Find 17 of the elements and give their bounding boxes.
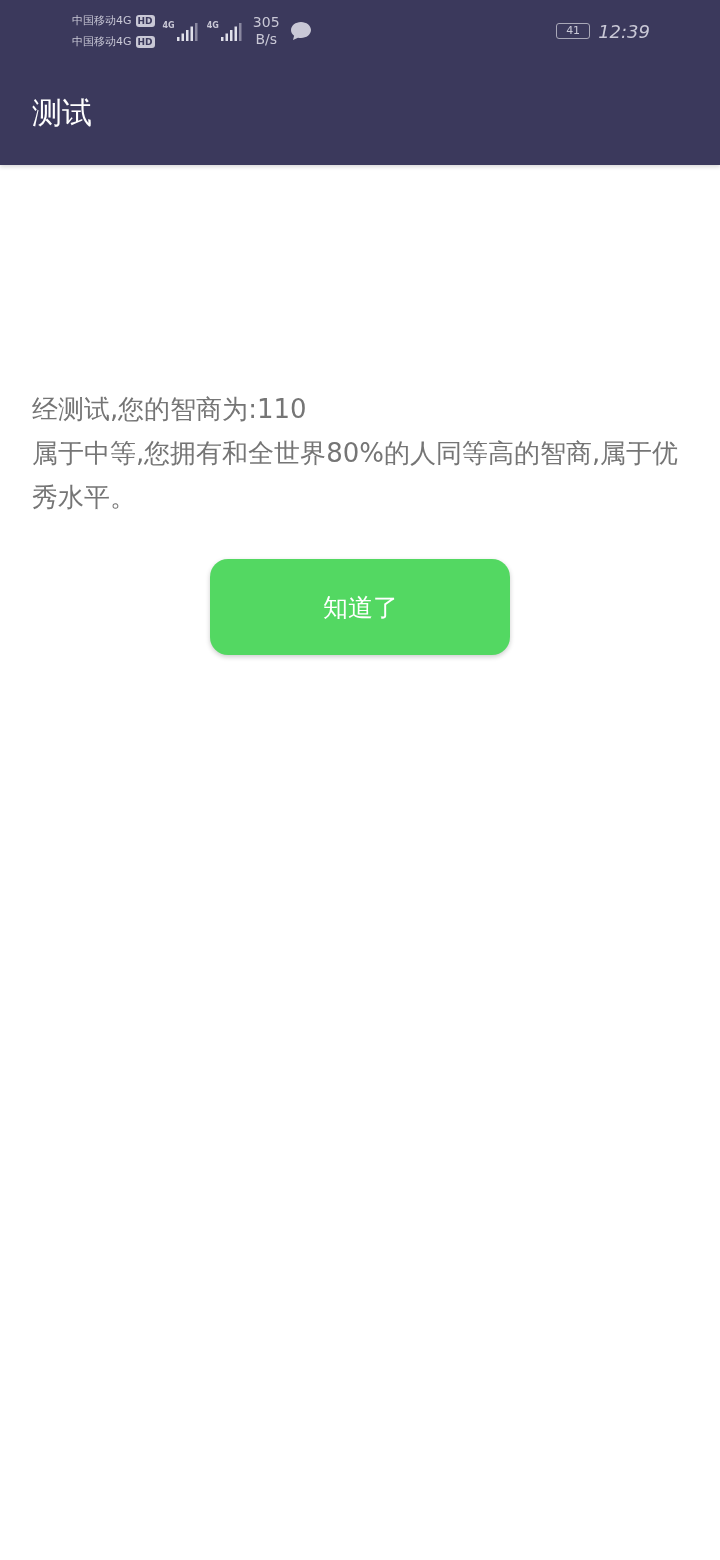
speed-unit: B/s bbox=[255, 31, 277, 48]
result-headline: 经测试,您的智商为:110 bbox=[32, 393, 308, 426]
carrier-name: 中国移动4G bbox=[72, 34, 132, 49]
network-type: 4G bbox=[162, 21, 175, 30]
network-type: 4G bbox=[206, 21, 219, 30]
carrier-name: 中国移动4G bbox=[72, 13, 132, 28]
chat-bubble-icon bbox=[289, 21, 312, 41]
page-title: 测试 bbox=[32, 94, 92, 132]
result-description: 属于中等,您拥有和全世界80%的人同等高的智商,属于优秀水平。 bbox=[32, 437, 680, 514]
got-it-button[interactable]: 知道了 bbox=[210, 559, 510, 655]
signal-icon bbox=[220, 21, 243, 41]
signal-icon bbox=[176, 21, 199, 41]
battery-level: 41 bbox=[556, 23, 591, 39]
speed-value: 305 bbox=[252, 14, 280, 31]
clock-time: 12:39 bbox=[598, 20, 650, 42]
hd-badge: HD bbox=[135, 35, 155, 48]
hd-badge: HD bbox=[135, 14, 155, 27]
